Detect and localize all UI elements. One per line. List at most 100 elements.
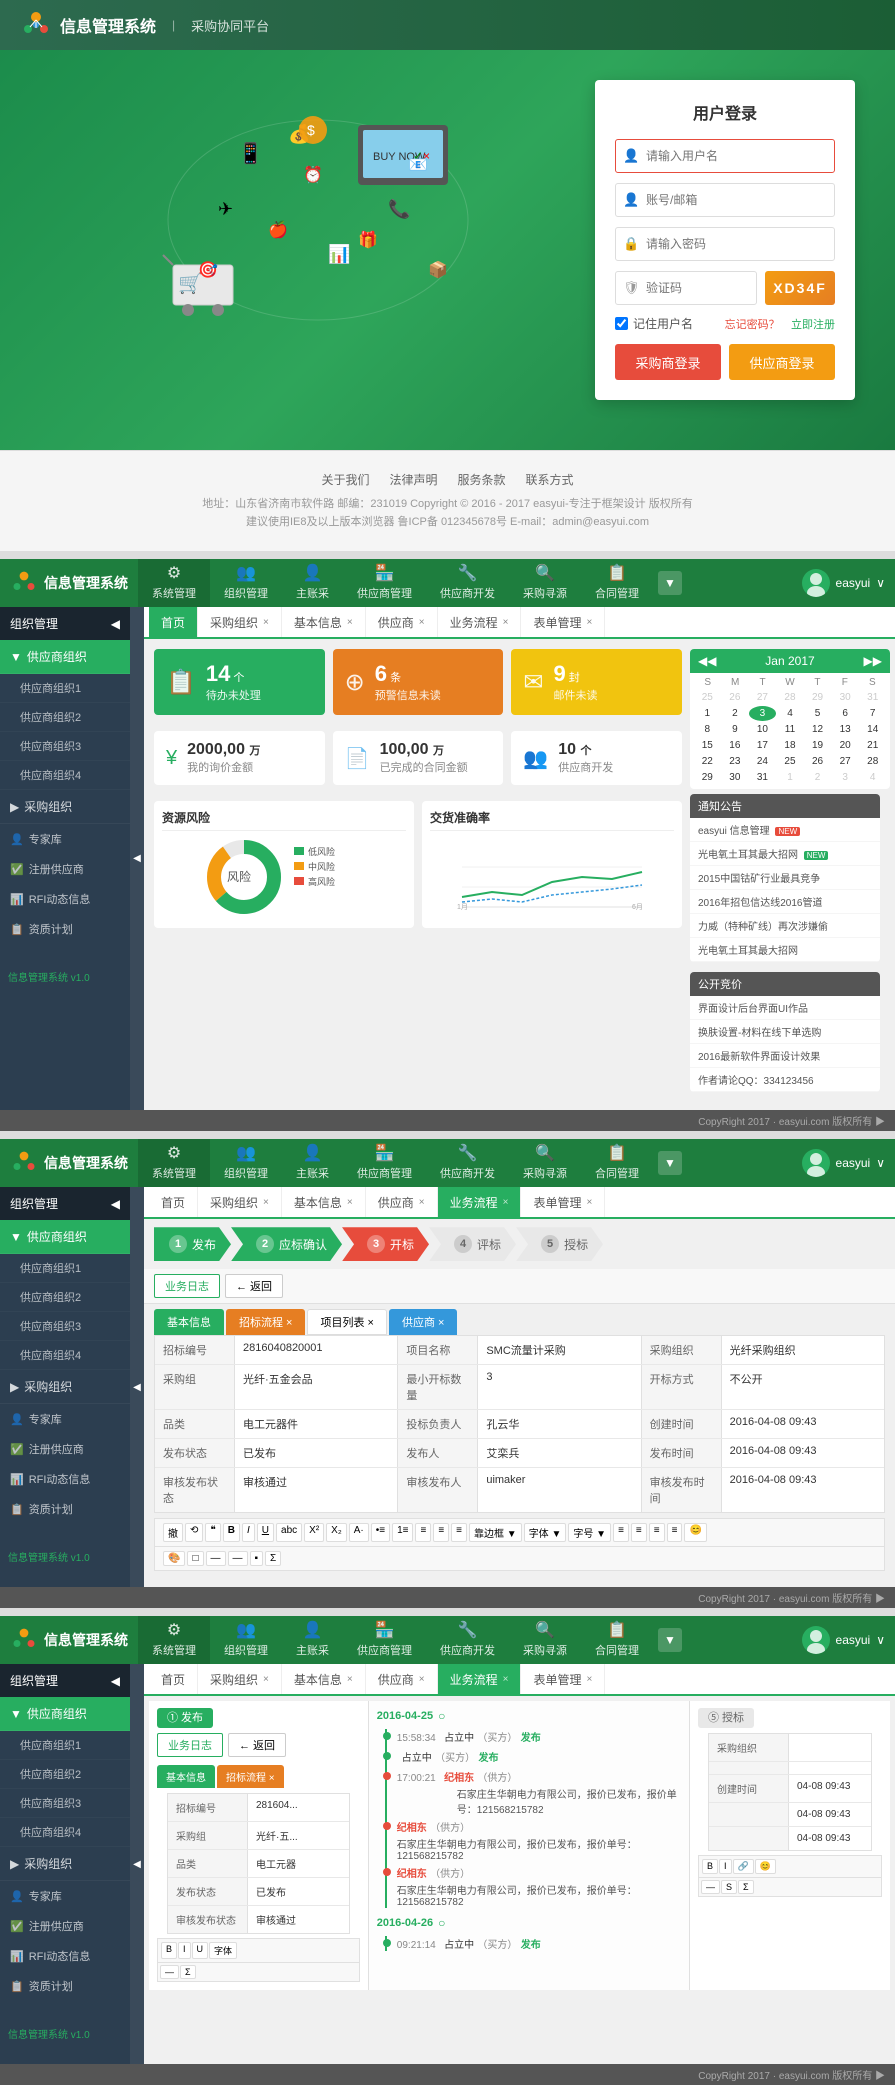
tl-registered[interactable]: ✅注册供应商 — [0, 1911, 130, 1941]
sigma-btn[interactable]: Σ — [265, 1551, 281, 1566]
tl-sidebar-toggle[interactable]: ◀ — [130, 1664, 144, 2064]
wf-tab-supplier[interactable]: 供应商 × — [366, 1187, 438, 1217]
wf-user-dropdown[interactable]: ∨ — [876, 1156, 885, 1170]
nav-sys[interactable]: ⚙ 系统管理 — [138, 559, 210, 607]
highlight-btn[interactable]: 🎨 — [163, 1551, 185, 1566]
wf-nav-org[interactable]: 👥 组织管理 — [210, 1139, 282, 1187]
sidebar-item-rfi[interactable]: 📊RFI动态信息 — [0, 884, 130, 914]
nav-host[interactable]: 👤 主账采 — [282, 559, 343, 607]
contact-link[interactable]: 联系方式 — [526, 471, 574, 488]
tl-right-emoji[interactable]: 😊 — [755, 1859, 776, 1874]
form-tab-project[interactable]: 项目列表 × — [307, 1309, 386, 1335]
step-open[interactable]: 3 开标 — [342, 1227, 429, 1261]
nav-supplier-dev[interactable]: 🔧 供应商开发 — [426, 559, 509, 607]
price-item-3[interactable]: 2016最新软件界面设计效果 — [690, 1044, 880, 1068]
box-btn[interactable]: □ — [187, 1551, 203, 1566]
nav-supplier-mgr[interactable]: 🏪 供应商管理 — [343, 559, 426, 607]
tab-home[interactable]: 首页 — [149, 607, 198, 637]
wf-sidebar-supplier-org[interactable]: ▼供应商组织 — [0, 1220, 130, 1254]
price-item-4[interactable]: 作者请论QQ：334123456 — [690, 1068, 880, 1092]
tl-form-tab-bidding[interactable]: 招标流程 × — [217, 1765, 284, 1788]
tl-right-bold[interactable]: B — [702, 1859, 718, 1874]
sidebar-sub-supplier4[interactable]: 供应商组织4 — [0, 761, 130, 790]
tl-sub2[interactable]: 供应商组织2 — [0, 1760, 130, 1789]
wf-sidebar-rfi[interactable]: 📊RFI动态信息 — [0, 1464, 130, 1494]
wf-sidebar-registered[interactable]: ✅注册供应商 — [0, 1434, 130, 1464]
notice-item-6[interactable]: 光电氧土耳其最大招网 — [690, 938, 880, 962]
undo-btn[interactable]: 撤 — [163, 1523, 183, 1542]
cal-next-icon[interactable]: ▶▶ — [864, 654, 882, 668]
font-color-btn[interactable]: A· — [349, 1523, 369, 1542]
emoji-btn[interactable]: 😊 — [684, 1523, 706, 1542]
step-publish[interactable]: 1 发布 — [154, 1227, 231, 1261]
price-item-2[interactable]: 换肤设置-材料在线下单选购 — [690, 1020, 880, 1044]
legal-link[interactable]: 法律声明 — [389, 471, 437, 488]
wf-nav-purchase[interactable]: 🔍 采购寻源 — [509, 1139, 581, 1187]
tl-font-btn[interactable]: 字体 — [209, 1942, 237, 1959]
business-log-btn[interactable]: 业务日志 — [154, 1274, 220, 1298]
tl-tab-form[interactable]: 表单管理 × — [521, 1664, 605, 1694]
wf-nav-supplier-mgr[interactable]: 🏪 供应商管理 — [343, 1139, 426, 1187]
wf-nav-more[interactable]: ▼ — [658, 1151, 682, 1175]
tl-sub3[interactable]: 供应商组织3 — [0, 1789, 130, 1818]
price-item-1[interactable]: 界面设计后台界面UI作品 — [690, 996, 880, 1020]
nav-org[interactable]: 👥 组织管理 — [210, 559, 282, 607]
align-left-btn[interactable]: ≡ — [415, 1523, 431, 1542]
nav-purchase[interactable]: 🔍 采购寻源 — [509, 559, 581, 607]
bold-btn[interactable]: B — [223, 1523, 240, 1542]
underline-btn[interactable]: U — [257, 1523, 274, 1542]
tl-purchase-org[interactable]: ▶采购组织 — [0, 1847, 130, 1881]
sidebar-item-expert[interactable]: 👤专家库 — [0, 824, 130, 854]
sidebar-item-purchase-org[interactable]: ▶ 采购组织 — [0, 790, 130, 824]
wf-sidebar-qualification[interactable]: 📋资质计划 — [0, 1494, 130, 1524]
sidebar-item-registered[interactable]: ✅注册供应商 — [0, 854, 130, 884]
sidebar-sub-supplier3[interactable]: 供应商组织3 — [0, 732, 130, 761]
tl-tab-purchase[interactable]: 采购组织 × — [198, 1664, 282, 1694]
tab-close-basic[interactable]: × — [347, 617, 353, 628]
tab-purchase-org[interactable]: 采购组织 × — [198, 607, 282, 637]
sidebar-sub-supplier2[interactable]: 供应商组织2 — [0, 703, 130, 732]
tl-nav-more[interactable]: ▼ — [658, 1628, 682, 1652]
supplier-login-button[interactable]: 供应商登录 — [729, 344, 835, 380]
font-family-btn[interactable]: 字体 ▼ — [524, 1523, 567, 1542]
quote-btn[interactable]: ❝ — [205, 1523, 220, 1542]
sidebar-item-supplier-org[interactable]: ▼ 供应商组织 — [0, 640, 130, 674]
tl-nav-org[interactable]: 👥 组织管理 — [210, 1616, 282, 1664]
wf-sidebar-sub3[interactable]: 供应商组织3 — [0, 1312, 130, 1341]
tl-rfi[interactable]: 📊RFI动态信息 — [0, 1941, 130, 1971]
wf-tab-home[interactable]: 首页 — [149, 1187, 198, 1217]
tl-tab-supplier[interactable]: 供应商 × — [366, 1664, 438, 1694]
tl-tab-workflow[interactable]: 业务流程 × — [438, 1664, 522, 1694]
wf-nav-supplier-dev[interactable]: 🔧 供应商开发 — [426, 1139, 509, 1187]
remember-label[interactable]: 记住用户名 — [615, 315, 693, 332]
list-ul-btn[interactable]: •≡ — [371, 1523, 390, 1542]
user-dropdown-icon[interactable]: ∨ — [876, 576, 885, 590]
service-link[interactable]: 服务条款 — [458, 471, 506, 488]
notice-item-5[interactable]: 力威（特种矿线）再次涉嫌偷 — [690, 914, 880, 938]
about-link[interactable]: 关于我们 — [321, 471, 369, 488]
tab-form-mgr[interactable]: 表单管理 × — [521, 607, 605, 637]
tl-tab-basic[interactable]: 基本信息 × — [282, 1664, 366, 1694]
register-link[interactable]: 立即注册 — [791, 319, 835, 331]
tab-basic-info[interactable]: 基本信息 × — [282, 607, 366, 637]
strikethrough-btn[interactable]: abc — [276, 1523, 302, 1542]
nav-contract[interactable]: 📋 合同管理 — [581, 559, 653, 607]
wf-sidebar-collapse[interactable]: ◀ — [111, 1197, 120, 1211]
step-confirm[interactable]: 2 应标确认 — [231, 1227, 342, 1261]
form-tab-basic[interactable]: 基本信息 — [154, 1309, 224, 1335]
wf-sidebar-sub1[interactable]: 供应商组织1 — [0, 1254, 130, 1283]
tl-nav-contract[interactable]: 📋 合同管理 — [581, 1616, 653, 1664]
tl-right-s[interactable]: S — [721, 1880, 737, 1894]
align-center-btn[interactable]: ≡ — [433, 1523, 449, 1542]
wf-sidebar-sub2[interactable]: 供应商组织2 — [0, 1283, 130, 1312]
subscript-btn[interactable]: X₂ — [326, 1523, 347, 1542]
tl-sub1[interactable]: 供应商组织1 — [0, 1731, 130, 1760]
tl-right-italic[interactable]: I — [719, 1859, 732, 1874]
tl-back-btn[interactable]: ← 返回 — [228, 1733, 286, 1757]
account-input[interactable] — [615, 183, 835, 217]
nav-more-button[interactable]: ▼ — [658, 571, 682, 595]
wf-sidebar-sub4[interactable]: 供应商组织4 — [0, 1341, 130, 1370]
tl-sigma-btn[interactable]: Σ — [180, 1965, 196, 1979]
hr-btn[interactable]: — — [206, 1551, 226, 1566]
tab-close-supplier[interactable]: × — [419, 617, 425, 628]
